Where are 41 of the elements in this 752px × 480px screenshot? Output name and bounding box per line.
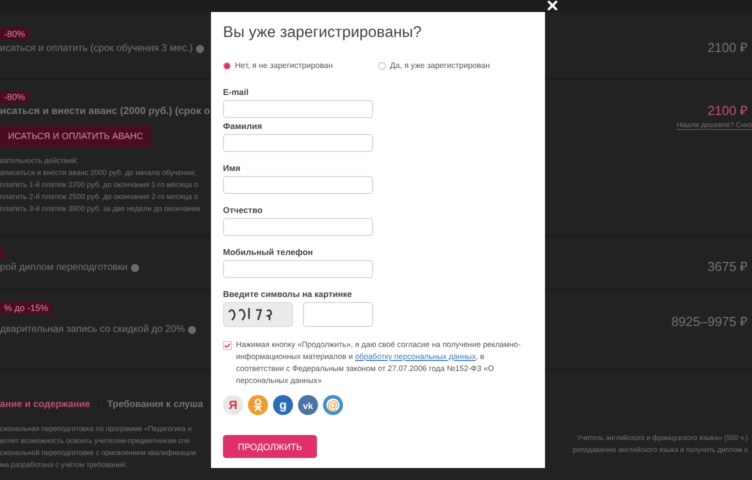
discount-badge: -80% bbox=[0, 28, 30, 40]
price: 2100 ₽ bbox=[707, 102, 748, 119]
field-label: Введите символы на картинке bbox=[223, 289, 353, 299]
radio-icon[interactable] bbox=[223, 62, 231, 70]
vk-login-icon[interactable]: vk bbox=[298, 395, 318, 415]
field-label: E-mail bbox=[223, 87, 250, 97]
field-label: Имя bbox=[223, 163, 242, 173]
offer-title: исаться и внести аванс (2000 руб.) (срок о bbox=[0, 106, 210, 117]
input-field[interactable] bbox=[223, 260, 373, 278]
price: 3675 ₽ bbox=[707, 258, 748, 275]
radio-label: Нет, я не зарегистрирован bbox=[235, 61, 333, 70]
continue-button[interactable]: ПРОДОЛЖИТЬ bbox=[223, 435, 317, 458]
dialog-title: Вы уже зарегистрированы? bbox=[223, 24, 423, 42]
discount-badge bbox=[0, 247, 4, 259]
radio-option[interactable]: Да, я уже зарегистрирован bbox=[378, 61, 533, 70]
field-label: Отчество bbox=[223, 205, 264, 215]
offer-title: дварительная запись со скидкой до 20% bbox=[0, 324, 185, 335]
discount-badge: -80% bbox=[0, 91, 30, 103]
radio-option[interactable]: Нет, я не зарегистрирован bbox=[223, 61, 378, 70]
price: 8925–9975 ₽ bbox=[671, 313, 748, 330]
consent-checkbox[interactable] bbox=[223, 341, 232, 350]
captcha-input[interactable] bbox=[303, 302, 373, 327]
input-field[interactable] bbox=[223, 176, 373, 194]
field-label: Фамилия bbox=[223, 121, 264, 131]
captcha-image bbox=[223, 302, 293, 327]
field-label: Мобильный телефон bbox=[223, 247, 314, 257]
close-icon[interactable] bbox=[547, 0, 558, 11]
input-field[interactable] bbox=[223, 100, 373, 118]
radio-label: Да, я уже зарегистрирован bbox=[390, 61, 490, 70]
discount-badge: % до -15% bbox=[0, 302, 52, 314]
ok-login-icon[interactable] bbox=[248, 395, 268, 415]
offer-title: исаться и оплатить (срок обучения 3 мес.) bbox=[0, 43, 193, 54]
yandex-login-icon[interactable]: Я bbox=[223, 395, 243, 415]
input-field[interactable] bbox=[223, 218, 373, 236]
pay-advance-button[interactable]: ИСАТЬСЯ И ОПЛАТИТЬ АВАНС bbox=[0, 125, 151, 147]
content-tab[interactable]: ание и содержание bbox=[0, 395, 100, 414]
price: 2100 ₽ bbox=[707, 39, 748, 56]
radio-icon[interactable] bbox=[378, 62, 386, 70]
input-field[interactable] bbox=[223, 134, 373, 152]
offer-title: рой диплом переподготовки bbox=[0, 262, 128, 273]
google-login-icon[interactable]: g bbox=[273, 395, 293, 415]
